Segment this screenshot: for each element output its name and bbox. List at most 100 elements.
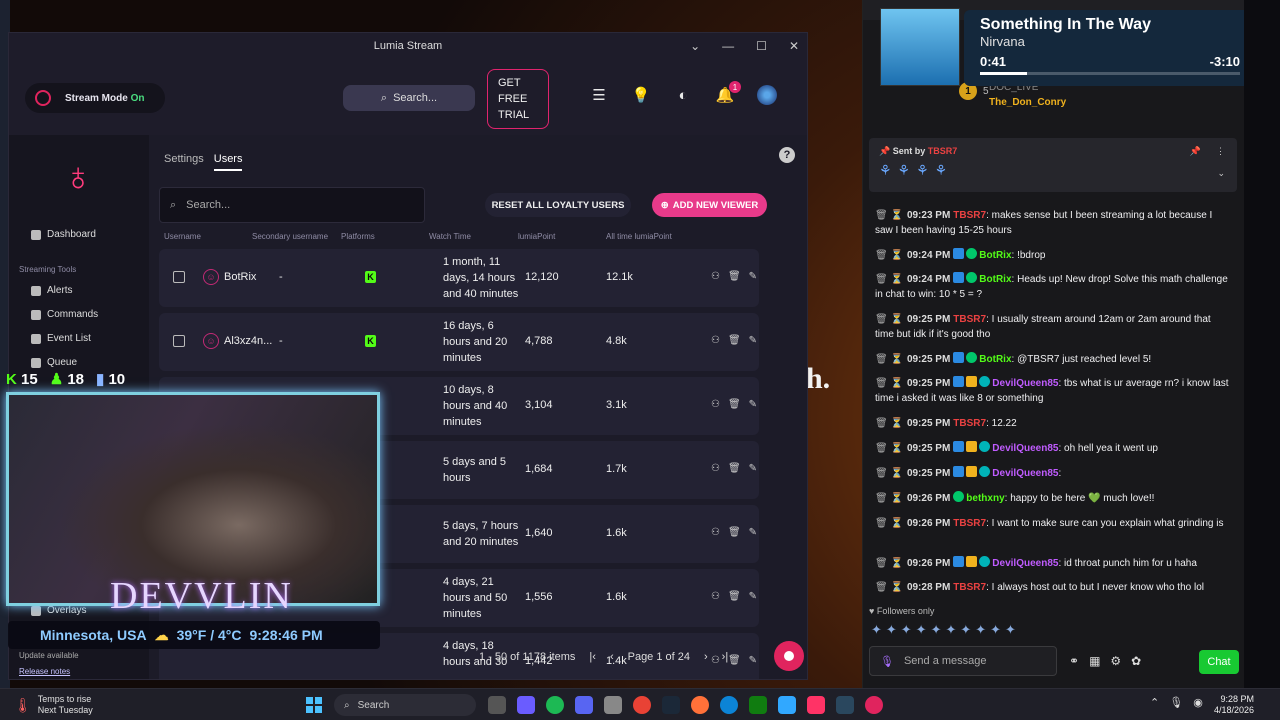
edit-icon[interactable]: ✎ (749, 463, 757, 474)
add-viewer-button[interactable]: ⊕ ADD NEW VIEWER (652, 193, 767, 217)
avatar[interactable] (757, 85, 777, 105)
chevron-up-icon[interactable]: ⌃ (1150, 696, 1159, 709)
mod-actions-icon[interactable]: 🗑 ⏳ (875, 518, 903, 529)
merge-icon[interactable]: ⚇ (711, 271, 720, 282)
sliders-icon[interactable]: ☰ (589, 85, 609, 105)
dropdown-icon[interactable]: ⌄ (690, 39, 700, 53)
edit-icon[interactable]: ✎ (749, 527, 757, 538)
pinned-user[interactable]: TBSR7 (928, 146, 958, 156)
edge-icon[interactable] (720, 696, 738, 714)
taskbar-weather[interactable]: 🌡 Temps to rise Next Tuesday (14, 694, 93, 716)
mod-actions-icon[interactable]: 🗑 ⏳ (875, 468, 903, 479)
chevron-down-icon[interactable]: ⌄ (1217, 168, 1225, 179)
sidebar-item-alerts[interactable]: Alerts (31, 285, 73, 296)
prev-page-icon[interactable]: ‹ (610, 651, 614, 663)
message-username[interactable]: DevilQueen85 (992, 468, 1058, 479)
merge-icon[interactable]: ⚇ (711, 399, 720, 410)
more-icon[interactable]: ⋮ (1216, 146, 1225, 157)
mod-actions-icon[interactable]: 🗑 ⏳ (875, 354, 903, 365)
mod-actions-icon[interactable]: 🗑 ⏳ (875, 274, 903, 285)
support-chat-button[interactable] (774, 641, 804, 671)
tab-users[interactable]: Users (213, 153, 243, 171)
merge-icon[interactable]: ⚇ (711, 591, 720, 602)
table-row[interactable]: ☺ BotRix - K 1 month, 11 days, 14 hours … (159, 249, 759, 307)
xbox-icon[interactable] (749, 696, 767, 714)
lumia-taskbar-icon[interactable] (865, 696, 883, 714)
row-checkbox[interactable] (173, 271, 185, 283)
mic-icon[interactable]: 🎙 (880, 655, 894, 668)
edit-icon[interactable]: ✎ (749, 399, 757, 410)
merge-icon[interactable]: ⚇ (711, 463, 720, 474)
message-username[interactable]: TBSR7 (953, 314, 986, 325)
close-button[interactable]: ✕ (789, 39, 799, 53)
taskbar-search[interactable]: ⌕ Search (334, 694, 476, 716)
table-row[interactable]: ☺ Al3xz4n... - K 16 days, 6 hours and 20… (159, 313, 759, 371)
steam-alt-icon[interactable] (836, 696, 854, 714)
message-username[interactable]: TBSR7 (953, 582, 986, 593)
mod-actions-icon[interactable]: 🗑 ⏳ (875, 210, 903, 221)
trash-icon[interactable]: 🗑 (728, 591, 741, 602)
extensions-icon[interactable]: ⚭ (1069, 654, 1079, 668)
minimize-button[interactable]: — (722, 39, 734, 53)
sidebar-item-event-list[interactable]: Event List (31, 333, 91, 344)
edit-icon[interactable]: ✎ (749, 335, 757, 346)
message-username[interactable]: DevilQueen85 (992, 558, 1058, 569)
edit-icon[interactable]: ✎ (749, 271, 757, 282)
help-icon[interactable]: ? (779, 147, 795, 163)
bell-icon[interactable]: 🔔 1 (715, 81, 741, 105)
reset-loyalty-button[interactable]: RESET ALL LOYALTY USERS (485, 193, 631, 217)
sidebar-item-dashboard[interactable]: Dashboard (31, 229, 96, 240)
pin-icon[interactable]: 📌 (1190, 146, 1201, 157)
users-search-input[interactable]: ⌕ Search... (159, 187, 425, 223)
trash-icon[interactable]: 🗑 (728, 271, 741, 282)
release-notes-link[interactable]: Release notes (19, 667, 70, 676)
last-page-icon[interactable]: ›| (722, 651, 729, 663)
col-secondary-username[interactable]: Secondary username (252, 232, 328, 241)
message-username[interactable]: BotRix (979, 250, 1011, 261)
mod-actions-icon[interactable]: 🗑 ⏳ (875, 443, 903, 454)
chat-input[interactable]: 🎙 Send a message (869, 646, 1057, 676)
trash-icon[interactable]: 🗑 (728, 655, 741, 666)
windows-start-icon[interactable] (306, 697, 322, 713)
steam-icon[interactable] (662, 696, 680, 714)
merge-icon[interactable]: ⚇ (711, 335, 720, 346)
mod-actions-icon[interactable]: 🗑 ⏳ (875, 582, 903, 593)
mod-actions-icon[interactable]: 🗑 ⏳ (875, 493, 903, 504)
microphone-icon[interactable]: 🎙 (1169, 696, 1183, 709)
merge-icon[interactable]: ⚇ (711, 527, 720, 538)
message-username[interactable]: TBSR7 (953, 210, 986, 221)
col-platforms[interactable]: Platforms (341, 232, 375, 241)
edit-icon[interactable]: ✎ (749, 591, 757, 602)
mod-actions-icon[interactable]: 🗑 ⏳ (875, 378, 903, 389)
emote-bar[interactable]: ✦✦✦✦✦✦✦✦✦✦ (871, 622, 1020, 638)
mod-icon[interactable]: ✿ (1131, 654, 1141, 668)
trash-icon[interactable]: 🗑 (728, 463, 741, 474)
message-username[interactable]: TBSR7 (953, 518, 986, 529)
col-watch-time[interactable]: Watch Time (429, 232, 471, 241)
store-icon[interactable]: ▦ (1089, 654, 1100, 668)
col-lumiapoint[interactable]: lumiaPoint (518, 232, 555, 241)
free-trial-button[interactable]: GET FREE TRIAL (487, 69, 549, 129)
lightbulb-icon[interactable]: 💡 (631, 85, 651, 105)
col-all-time-lumiapoint[interactable]: All time lumiaPoint (606, 232, 672, 241)
mod-actions-icon[interactable]: 🗑 ⏳ (875, 314, 903, 325)
message-username[interactable]: DevilQueen85 (992, 443, 1058, 454)
mod-actions-icon[interactable]: 🗑 ⏳ (875, 558, 903, 569)
trash-icon[interactable]: 🗑 (728, 527, 741, 538)
message-username[interactable]: BotRix (979, 354, 1011, 365)
indesign-icon[interactable] (807, 696, 825, 714)
mod-actions-icon[interactable]: 🗑 ⏳ (875, 250, 903, 261)
settings-icon[interactable]: ⚙ (1110, 654, 1121, 668)
chrome-icon[interactable] (633, 696, 651, 714)
firefox-icon[interactable] (691, 696, 709, 714)
obs-icon[interactable] (604, 696, 622, 714)
message-username[interactable]: DevilQueen85 (992, 378, 1058, 389)
maximize-button[interactable]: ☐ (756, 39, 767, 53)
send-chat-button[interactable]: Chat (1199, 650, 1239, 674)
message-username[interactable]: TBSR7 (953, 418, 986, 429)
message-username[interactable]: bethxny (966, 493, 1004, 504)
palette-icon[interactable]: ◐ (673, 85, 693, 105)
discord-icon[interactable] (575, 696, 593, 714)
trash-icon[interactable]: 🗑 (728, 399, 741, 410)
row-checkbox[interactable] (173, 335, 185, 347)
